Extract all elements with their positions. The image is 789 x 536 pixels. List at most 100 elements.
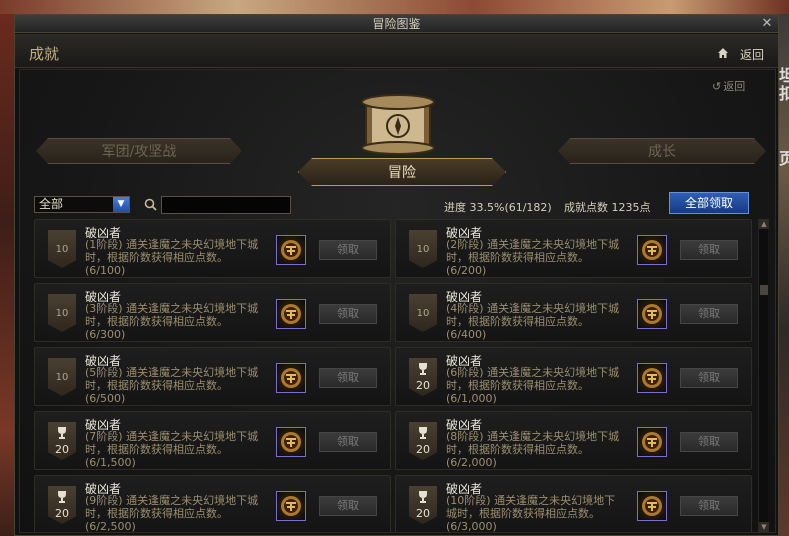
achievement-progress: (6/400) [446, 328, 487, 341]
badge-points: 20 [55, 507, 69, 520]
point-badge: 10 [409, 230, 437, 268]
claim-button[interactable]: 领取 [319, 496, 377, 516]
achievement-card: 20 破凶者 (9阶段) 通关逢魔之未央幻境地下城时，根据阶数获得相应点数。 (6/2… [34, 475, 391, 532]
badge-points: 20 [55, 443, 69, 456]
trophy-icon [58, 491, 66, 503]
emblem-icon [642, 496, 662, 516]
window-title: 冒险图鉴 [372, 17, 421, 31]
reward-item-icon[interactable] [637, 363, 667, 393]
category-dropdown-value: 全部 [39, 197, 64, 211]
point-badge: 10 [48, 358, 76, 396]
claim-button[interactable]: 领取 [680, 240, 738, 260]
achievement-description: (6阶段) 通关逢魔之未央幻境地下城时，根据阶数获得相应点数。 [446, 366, 620, 392]
achievement-card: 10 破凶者 (1阶段) 通关逢魔之未央幻境地下城时，根据阶数获得相应点数。 (6/1… [34, 219, 391, 278]
reward-item-icon[interactable] [637, 235, 667, 265]
section-title: 成就 [29, 45, 60, 63]
emblem-icon [281, 240, 301, 260]
achievement-description: (5阶段) 通关逢魔之未央幻境地下城时，根据阶数获得相应点数。 [85, 366, 259, 392]
claim-button[interactable]: 领取 [319, 304, 377, 324]
chevron-down-icon[interactable]: ▼ [113, 197, 129, 212]
badge-points: 10 [416, 244, 430, 255]
claim-button[interactable]: 领取 [319, 432, 377, 452]
home-icon[interactable] [717, 47, 729, 59]
category-dropdown[interactable]: 全部 ▼ [34, 196, 130, 213]
badge-points: 10 [416, 308, 430, 319]
scroll-emblem-icon [361, 94, 435, 155]
reward-item-icon[interactable] [637, 491, 667, 521]
home-back-link[interactable]: 返回 [740, 46, 764, 63]
achievement-points: 成就点数 1235点 [564, 201, 651, 214]
achievement-progress: (6/3,000) [446, 520, 497, 532]
achievement-progress: (6/500) [85, 392, 126, 405]
badge-points: 20 [416, 379, 430, 392]
tab-growth[interactable]: 成长 [558, 138, 766, 164]
claim-button[interactable]: 领取 [680, 304, 738, 324]
trophy-icon [58, 427, 66, 439]
achievement-card: 10 破凶者 (3阶段) 通关逢魔之未央幻境地下城时，根据阶数获得相应点数。 (6/3… [34, 283, 391, 342]
emblem-icon [281, 368, 301, 388]
achievement-description: (4阶段) 通关逢魔之未央幻境地下城时，根据阶数获得相应点数。 [446, 302, 620, 328]
claim-button[interactable]: 领取 [319, 368, 377, 388]
claim-button[interactable]: 领取 [680, 496, 738, 516]
background-left-edge [0, 14, 14, 536]
reward-item-icon[interactable] [276, 235, 306, 265]
emblem-icon [642, 368, 662, 388]
point-badge: 20 [409, 486, 437, 524]
trophy-icon [419, 491, 427, 503]
back-link-label: 返回 [723, 80, 746, 93]
achievement-list[interactable]: 10 破凶者 (1阶段) 通关逢魔之未央幻境地下城时，根据阶数获得相应点数。 (6/1… [34, 219, 754, 532]
badge-points: 10 [55, 308, 69, 319]
achievement-description: (7阶段) 通关逢魔之未央幻境地下城时，根据阶数获得相应点数。 [85, 430, 259, 456]
reward-item-icon[interactable] [276, 363, 306, 393]
badge-points: 10 [55, 372, 69, 383]
claim-button[interactable]: 领取 [680, 432, 738, 452]
achievement-card: 20 破凶者 (6阶段) 通关逢魔之未央幻境地下城时，根据阶数获得相应点数。 (6/1… [395, 347, 752, 406]
trophy-icon [419, 427, 427, 439]
tab-legion-raid[interactable]: 军团/攻坚战 [36, 138, 242, 164]
reward-item-icon[interactable] [637, 299, 667, 329]
achievement-card: 10 破凶者 (2阶段) 通关逢魔之未央幻境地下城时，根据阶数获得相应点数。 (6/2… [395, 219, 752, 278]
claim-button[interactable]: 领取 [319, 240, 377, 260]
point-badge: 10 [409, 294, 437, 332]
claim-button[interactable]: 领取 [680, 368, 738, 388]
progress-text: 进度 33.5%(61/182) [444, 201, 552, 214]
scrollbar-thumb[interactable] [760, 285, 768, 295]
achievement-progress: (6/2,000) [446, 456, 497, 469]
search-input[interactable] [161, 196, 291, 214]
reward-item-icon[interactable] [276, 299, 306, 329]
achievement-progress: (6/1,500) [85, 456, 136, 469]
reward-item-icon[interactable] [276, 491, 306, 521]
search-icon[interactable] [144, 198, 157, 211]
achievement-description: (9阶段) 通关逢魔之未央幻境地下城时，根据阶数获得相应点数。 [85, 494, 259, 520]
reward-item-icon[interactable] [637, 427, 667, 457]
reward-item-icon[interactable] [276, 427, 306, 457]
achievement-description: (2阶段) 通关逢魔之未央幻境地下城时，根据阶数获得相应点数。 [446, 238, 620, 264]
emblem-icon [281, 496, 301, 516]
achievement-panel: ↺ 返回 军团/攻坚战 冒险 成长 全部 ▼ 进度 33.5%(61/182) 成… [19, 69, 776, 533]
emblem-icon [281, 432, 301, 452]
achievement-card: 10 破凶者 (4阶段) 通关逢魔之未央幻境地下城时，根据阶数获得相应点数。 (6/4… [395, 283, 752, 342]
point-badge: 20 [48, 422, 76, 460]
achievement-progress: (6/2,500) [85, 520, 136, 532]
window-titlebar[interactable]: 冒险图鉴 ✕ [15, 15, 778, 33]
background-strip [0, 0, 789, 14]
close-icon[interactable]: ✕ [760, 15, 774, 33]
achievement-description: (3阶段) 通关逢魔之未央幻境地下城时，根据阶数获得相应点数。 [85, 302, 259, 328]
back-link[interactable]: ↺ 返回 [712, 78, 745, 94]
claim-all-button[interactable]: 全部领取 [669, 192, 749, 214]
achievement-progress: (6/200) [446, 264, 487, 277]
tab-adventure[interactable]: 冒险 [298, 158, 506, 186]
emblem-icon [281, 304, 301, 324]
point-badge: 20 [48, 486, 76, 524]
achievement-description: (10阶段) 通关逢魔之未央幻境地下城时，根据阶数获得相应点数。 [446, 494, 616, 520]
scroll-down-icon[interactable]: ▼ [759, 522, 769, 532]
point-badge: 20 [409, 422, 437, 460]
achievement-description: (1阶段) 通关逢魔之未央幻境地下城时，根据阶数获得相应点数。 [85, 238, 259, 264]
badge-points: 10 [55, 244, 69, 255]
emblem-icon [642, 432, 662, 452]
scroll-up-icon[interactable]: ▲ [759, 219, 769, 229]
scrollbar[interactable]: ▲ ▼ [758, 219, 769, 532]
section-header: 成就 返回 [15, 34, 778, 68]
adventure-album-window: 冒险图鉴 ✕ 成就 返回 ↺ 返回 军团/攻坚战 冒险 成长 全部 ▼ 进度 3… [14, 14, 779, 536]
point-badge: 10 [48, 294, 76, 332]
